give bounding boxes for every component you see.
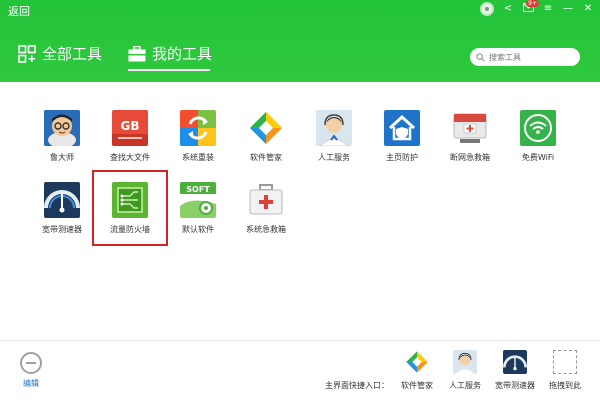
tab-all-tools[interactable]: 全部工具 [18,43,102,64]
message-icon[interactable]: 9+ [522,0,539,16]
quick-item-label: 拖拽到此 [549,381,581,390]
quick-item-speed-test[interactable]: 宽带测速器 [490,350,540,391]
tool-free-wifi[interactable]: 免费WiFi [508,110,568,163]
wifi-icon [520,110,556,146]
tool-human-service[interactable]: 人工服务 [304,110,364,163]
drop-target-icon [553,350,577,374]
speed-test-icon [503,350,527,374]
quick-item-software-manager[interactable]: 软件管家 [392,350,442,391]
master-lu-icon [44,110,80,146]
user-avatar-icon[interactable] [480,2,494,16]
tool-default-software[interactable]: SOFT 默认软件 [168,182,228,235]
quick-item-label: 人工服务 [449,381,481,390]
tool-label: 系统急救箱 [246,225,286,234]
edit-button[interactable]: 编辑 [20,352,42,389]
share-icon[interactable]: < [502,3,514,15]
quick-item-human-service[interactable]: 人工服务 [440,350,490,391]
toolbox-icon [128,45,146,61]
close-icon[interactable]: ✕ [582,3,594,15]
active-tab-indicator [128,69,210,71]
tool-label: 宽带测速器 [42,225,82,234]
tool-master-lu[interactable]: 鲁大师 [32,110,92,163]
quick-item-label: 宽带测速器 [495,381,535,390]
tool-label: 免费WiFi [521,153,555,162]
footer-divider [0,340,600,341]
search-icon [476,52,485,62]
edit-label: 编辑 [23,379,39,388]
header-bar: 返回 < 9+ ≡ — ✕ 全部工具 我的工具 [0,0,600,82]
tool-label: 鲁大师 [50,153,74,162]
tool-homepage-protect[interactable]: 主页防护 [372,110,432,163]
system-first-aid-icon [248,182,284,218]
svg-text:GB: GB [121,119,140,133]
tool-network-first-aid[interactable]: 断网急救箱 [440,110,500,163]
tab-my-tools[interactable]: 我的工具 [128,43,212,64]
notification-badge: 9+ [526,0,539,7]
tool-find-large-files[interactable]: GB 查找大文件 [100,110,160,163]
quick-item-label: 软件管家 [401,381,433,390]
human-service-icon [453,350,477,374]
search-box[interactable] [470,48,580,66]
tool-label: 主页防护 [386,153,418,162]
homepage-protect-icon [384,110,420,146]
tool-label: 系统重装 [182,153,214,162]
tab-all-tools-label: 全部工具 [42,45,103,63]
tool-software-manager[interactable]: 软件管家 [236,110,296,163]
gb-file-icon: GB [112,110,148,146]
minimize-icon[interactable]: — [562,3,574,15]
tool-label: 断网急救箱 [450,153,490,162]
window-controls: < 9+ ≡ — ✕ [480,0,594,16]
tool-label: 软件管家 [250,153,282,162]
software-manager-icon [248,110,284,146]
tab-my-tools-label: 我的工具 [152,45,213,63]
software-manager-icon [405,350,429,374]
tool-system-reinstall[interactable]: 系统重装 [168,110,228,163]
svg-text:SOFT: SOFT [186,185,210,194]
tool-speed-test[interactable]: 宽带测速器 [32,182,92,235]
tool-label: 默认软件 [182,225,214,234]
search-input[interactable] [489,52,575,62]
tool-system-first-aid[interactable]: 系统急救箱 [236,182,296,235]
selection-highlight-box [92,170,168,246]
human-service-icon [316,110,352,146]
minus-circle-icon [20,352,42,374]
speed-test-icon [44,182,80,218]
default-software-icon: SOFT [180,182,216,218]
quick-entry-label: 主界面快捷入口： [325,381,389,390]
grid-icon [18,44,36,63]
tool-label: 人工服务 [318,153,350,162]
back-button[interactable]: 返回 [8,3,30,19]
system-reinstall-icon [180,110,216,146]
tool-label: 查找大文件 [110,153,150,162]
network-first-aid-icon [452,110,488,146]
menu-icon[interactable]: ≡ [542,3,554,15]
quick-item-drop-target[interactable]: 拖拽到此 [540,350,590,391]
